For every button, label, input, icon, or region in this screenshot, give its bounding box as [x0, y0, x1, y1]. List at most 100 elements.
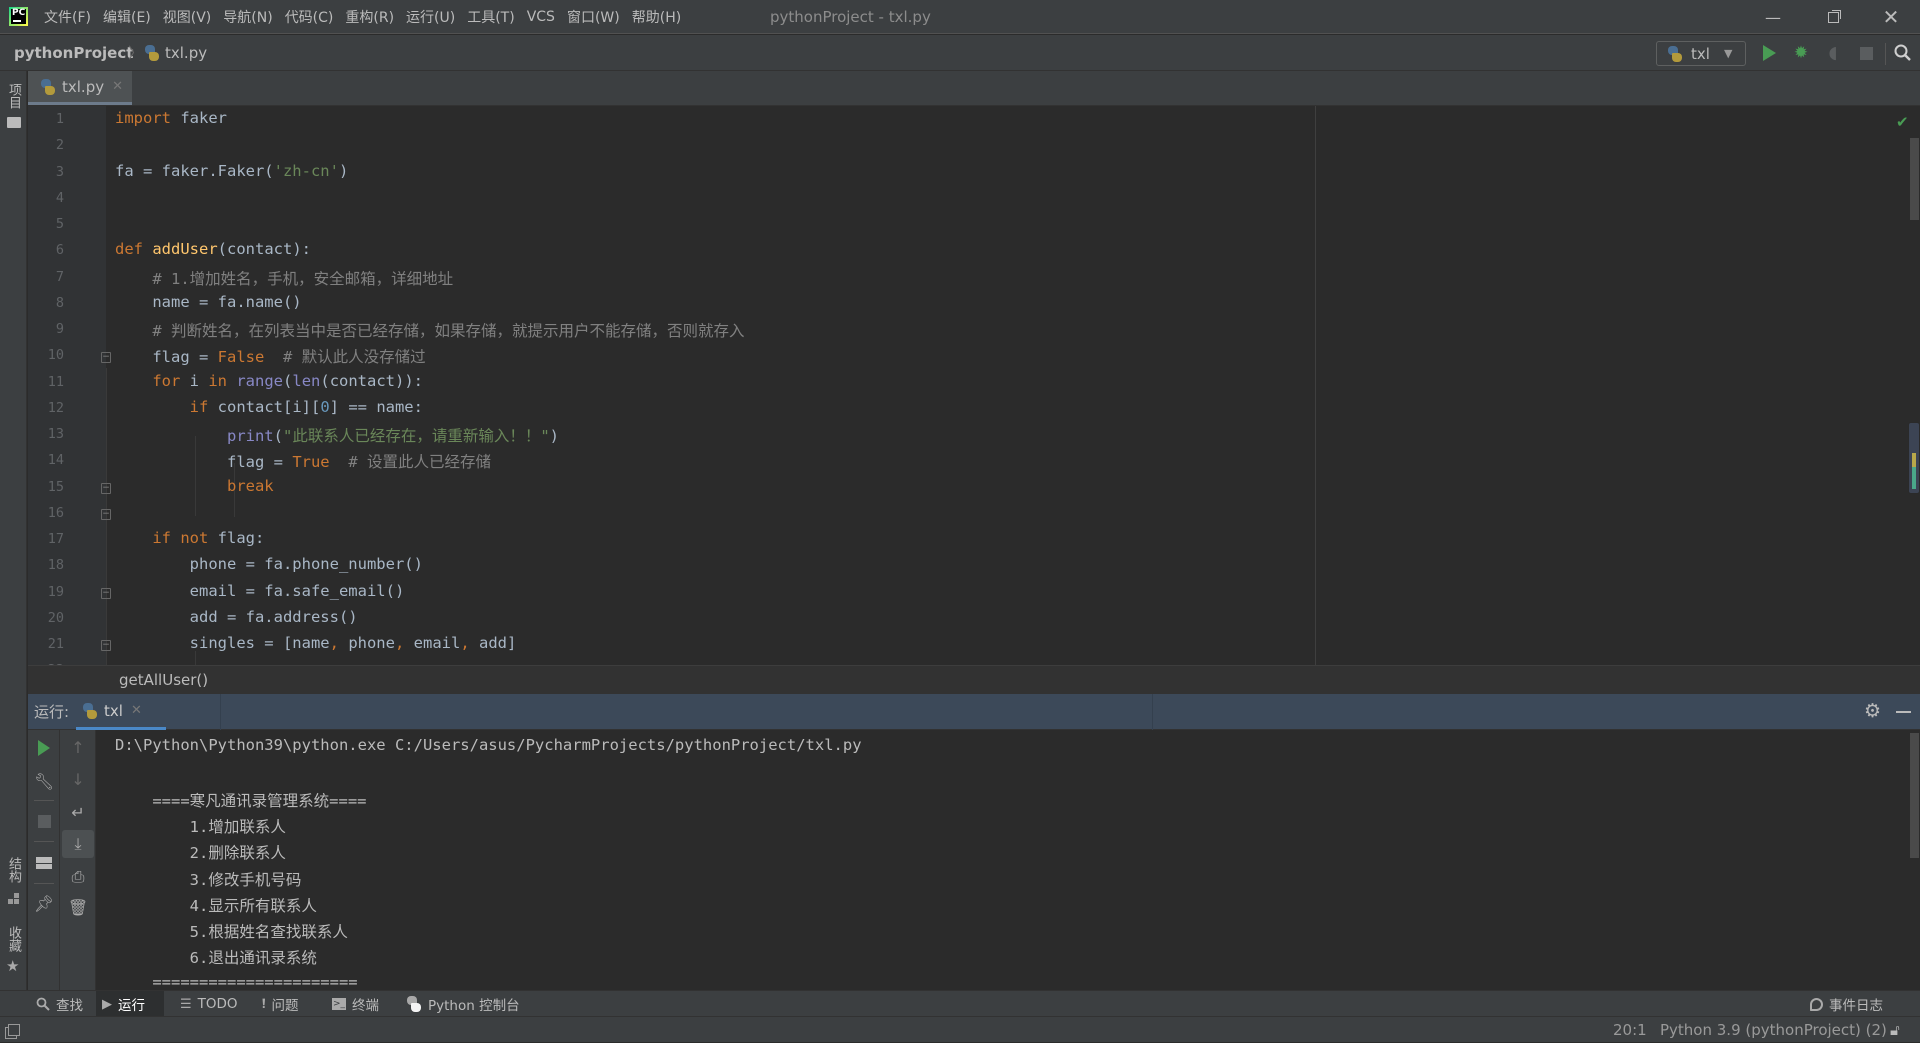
- star-icon: ★: [6, 957, 20, 975]
- menu-file[interactable]: 文件(F): [44, 7, 91, 27]
- fold-icon[interactable]: −: [101, 352, 111, 363]
- breadcrumb-project[interactable]: pythonProject: [14, 35, 133, 71]
- pin-tab-button[interactable]: 📌︎: [28, 890, 60, 916]
- tool-tab-find[interactable]: 查找: [30, 991, 89, 1017]
- structure-tool-button[interactable]: 结构: [4, 857, 23, 883]
- code-line[interactable]: # 判断姓名，在列表当中是否已经存储，如果存储，就提示用户不能存储，否则就存入: [115, 319, 744, 341]
- line-number: 7: [55, 268, 64, 285]
- code-line[interactable]: if not flag:: [115, 529, 264, 547]
- code-line[interactable]: fa = faker.Faker('zh-cn'): [115, 162, 348, 180]
- menu-window[interactable]: 窗口(W): [567, 7, 620, 27]
- code-line[interactable]: flag = False # 默认此人没存储过: [115, 345, 425, 367]
- code-editor[interactable]: 1 import faker 2 3 fa = faker.Faker('zh-cn')…: [28, 106, 1920, 665]
- code-line[interactable]: # 1.增加姓名，手机，安全邮箱，详细地址: [115, 267, 453, 289]
- run-with-coverage-button[interactable]: ◖: [1822, 42, 1844, 64]
- problems-icon: ❗︎: [262, 996, 266, 1012]
- code-line[interactable]: add = fa.address(): [115, 608, 358, 626]
- scroll-to-end-button[interactable]: ⤓: [62, 830, 94, 858]
- trash-icon: 🗑︎: [67, 897, 89, 917]
- close-tab-icon[interactable]: ✕: [112, 79, 123, 94]
- fold-icon[interactable]: −: [101, 483, 111, 494]
- restore-button[interactable]: [1804, 0, 1862, 34]
- menu-code[interactable]: 代码(C): [285, 7, 334, 27]
- fold-icon[interactable]: −: [101, 588, 111, 599]
- print-button[interactable]: ⎙: [62, 863, 94, 891]
- menu-help[interactable]: 帮助(H): [632, 7, 681, 27]
- indent-guide: [195, 651, 196, 665]
- coverage-icon: ◖: [1828, 43, 1838, 63]
- project-tool-button[interactable]: 项目: [4, 83, 23, 109]
- code-line[interactable]: phone = fa.phone_number(): [115, 555, 423, 573]
- minimize-button[interactable]: —: [1744, 0, 1802, 34]
- caret-position[interactable]: 20:1: [1613, 1017, 1647, 1043]
- run-button[interactable]: [1758, 42, 1780, 64]
- soft-wrap-button[interactable]: ↵: [62, 798, 94, 826]
- menu-vcs[interactable]: VCS: [527, 9, 555, 25]
- code-line[interactable]: for i in range(len(contact)):: [115, 372, 423, 390]
- search-everywhere-button[interactable]: [1892, 42, 1914, 64]
- restore-layout-button[interactable]: [28, 850, 60, 876]
- scroll-to-end-icon: ⤓: [74, 834, 82, 853]
- event-log-button[interactable]: 事件日志: [1804, 991, 1889, 1017]
- python-icon: [1667, 45, 1683, 62]
- console-scrollbar[interactable]: [1910, 733, 1919, 858]
- inspection-ok-icon[interactable]: ✔: [1896, 113, 1909, 131]
- code-line[interactable]: if contact[i][0] == name:: [115, 398, 423, 416]
- menu-tools[interactable]: 工具(T): [467, 7, 514, 27]
- settings-gear-icon[interactable]: ⚙: [1864, 700, 1881, 722]
- fold-icon[interactable]: −: [101, 640, 111, 651]
- rerun-button[interactable]: [28, 735, 60, 761]
- tool-tab-run[interactable]: ▶ 运行: [96, 991, 164, 1017]
- tool-tab-todo[interactable]: ☰ TODO: [174, 991, 244, 1017]
- menu-edit[interactable]: 编辑(E): [103, 7, 151, 27]
- code-line[interactable]: import faker: [115, 109, 227, 127]
- wrench-icon: 🔧︎: [33, 771, 55, 791]
- pin-icon: 📌︎: [33, 893, 55, 913]
- line-number: 19: [47, 583, 64, 600]
- run-tab-txl[interactable]: txl ✕: [76, 694, 166, 730]
- close-window-button[interactable]: ✕: [1862, 0, 1920, 34]
- folder-icon: [7, 117, 21, 128]
- scroll-up-button[interactable]: ↑: [62, 733, 94, 761]
- stop-icon: [1859, 46, 1873, 60]
- tool-tab-problems[interactable]: ❗︎ 问题: [256, 991, 305, 1017]
- code-line[interactable]: email = fa.safe_email(): [115, 582, 405, 600]
- code-line[interactable]: break: [115, 477, 274, 495]
- clear-all-button[interactable]: 🗑︎: [62, 893, 94, 921]
- stop-button[interactable]: [1855, 42, 1877, 64]
- run-console[interactable]: 🔧︎ 📌︎ ↑ ↓ ↵ ⤓ ⎙ 🗑︎ D:\Python\Python39\py…: [28, 730, 1920, 990]
- code-line[interactable]: flag = True # 设置此人已经存储: [115, 450, 491, 472]
- tab-txl-py[interactable]: txl.py ✕: [28, 71, 132, 105]
- breadcrumb-file[interactable]: txl.py: [165, 35, 207, 71]
- menu-view[interactable]: 视图(V): [163, 7, 212, 27]
- code-line[interactable]: print("此联系人已经存在，请重新输入！！"): [115, 424, 559, 446]
- interpreter-selector[interactable]: Python 3.9 (pythonProject) (2): [1660, 1017, 1887, 1043]
- editor-scrollbar[interactable]: [1910, 138, 1919, 220]
- hide-panel-icon[interactable]: [1896, 711, 1911, 713]
- code-breadcrumb-bar: getAllUser(): [28, 665, 1920, 694]
- favorites-tool-button[interactable]: 收藏: [4, 926, 23, 952]
- stop-icon: [37, 814, 51, 828]
- code-line[interactable]: name = fa.name(): [115, 293, 301, 311]
- function-breadcrumb[interactable]: getAllUser(): [119, 666, 208, 694]
- run-configuration-select[interactable]: txl ▼: [1656, 41, 1746, 66]
- modify-run-config-button[interactable]: 🔧︎: [28, 768, 60, 794]
- stop-button[interactable]: [28, 808, 60, 834]
- minimap-marker[interactable]: [1908, 422, 1920, 494]
- tool-tab-terminal[interactable]: >_ 终端: [326, 991, 385, 1017]
- close-run-tab-icon[interactable]: ✕: [131, 703, 142, 718]
- code-line[interactable]: def addUser(contact):: [115, 240, 311, 258]
- toggle-tool-windows-icon[interactable]: [8, 1024, 20, 1036]
- fold-icon[interactable]: −: [101, 509, 111, 520]
- scroll-down-button[interactable]: ↓: [62, 765, 94, 793]
- menu-refactor[interactable]: 重构(R): [345, 7, 394, 27]
- menu-run[interactable]: 运行(U): [406, 7, 455, 27]
- toolbar-divider: [1885, 43, 1886, 65]
- code-line[interactable]: singles = [name, phone, email, add]: [115, 634, 517, 652]
- terminal-icon: >_: [332, 998, 346, 1010]
- debug-button[interactable]: ✹: [1790, 42, 1812, 64]
- structure-icon: [8, 893, 20, 905]
- tool-tab-python-console[interactable]: Python 控制台: [400, 991, 526, 1017]
- lock-icon[interactable]: 🔓︎: [1890, 1017, 1900, 1043]
- menu-navigate[interactable]: 导航(N): [223, 7, 272, 27]
